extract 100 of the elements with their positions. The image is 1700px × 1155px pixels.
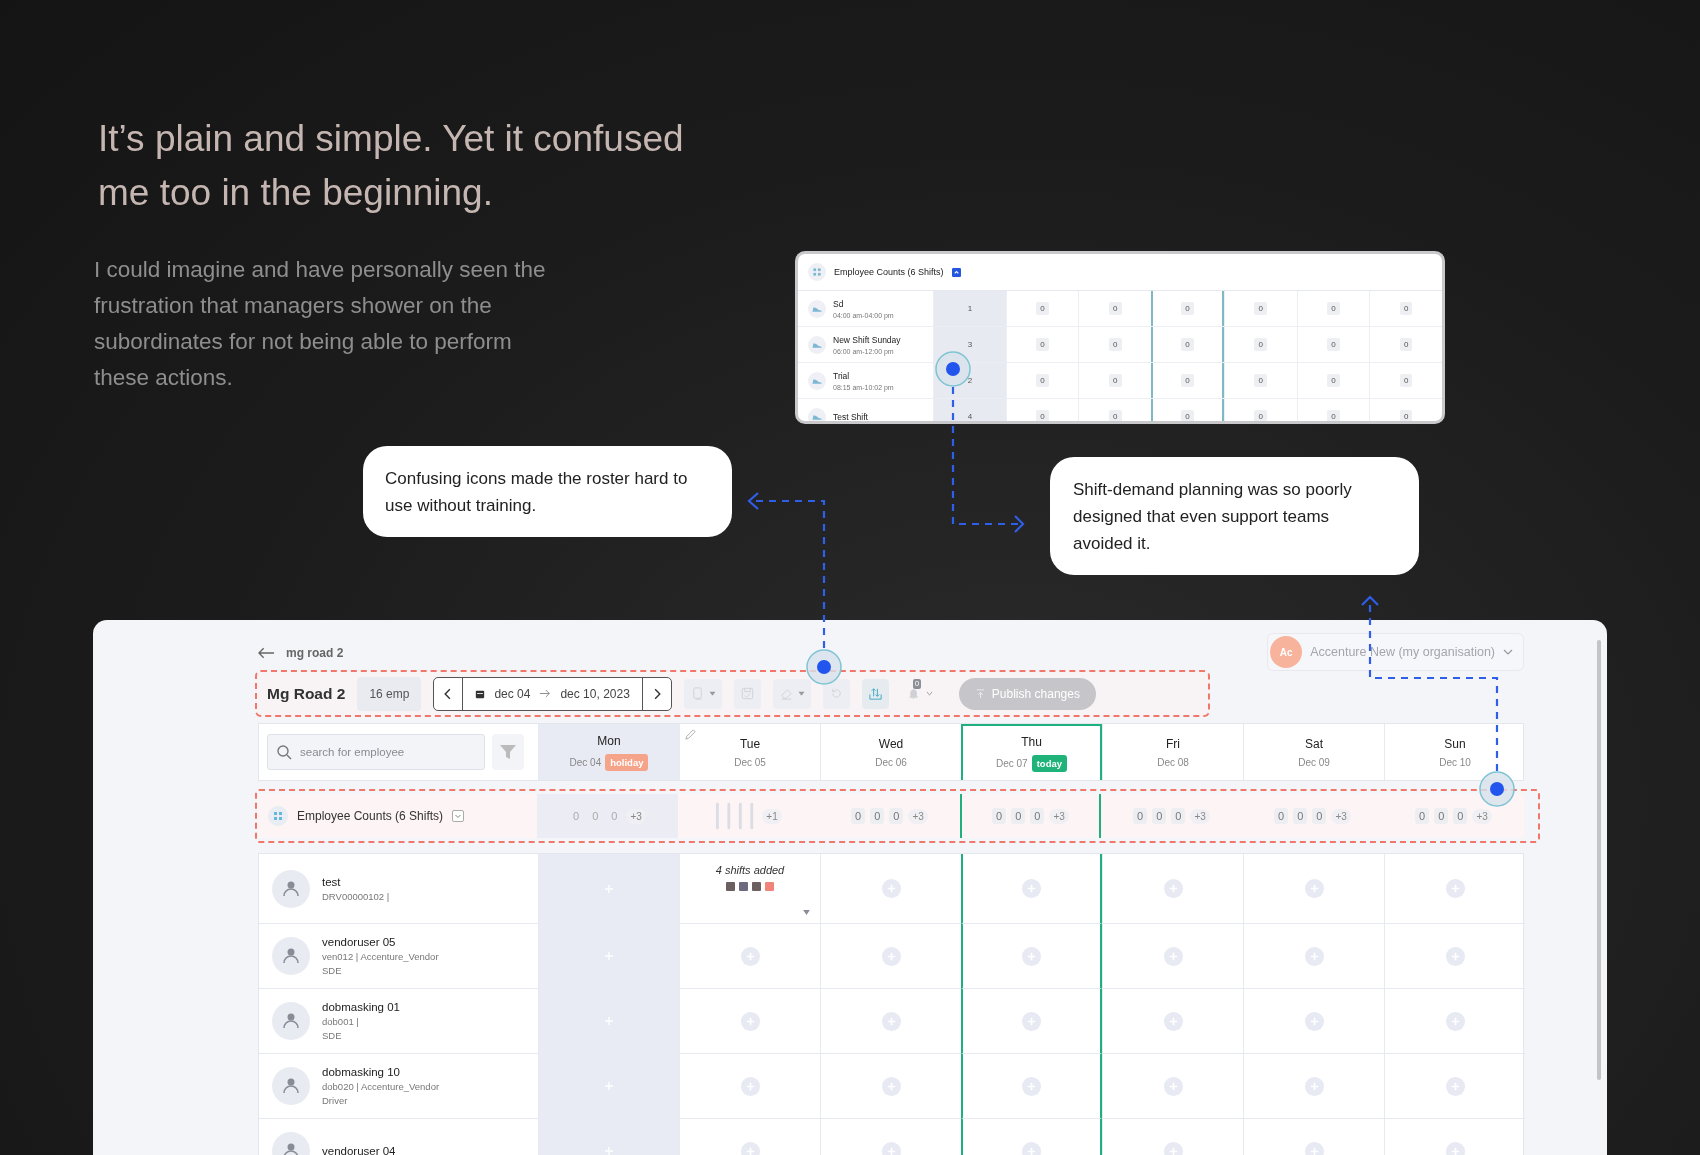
employee-name[interactable]: vendoruser 04 bbox=[322, 1145, 396, 1155]
add-shift-button[interactable] bbox=[740, 946, 760, 966]
count-value: 0 bbox=[1030, 808, 1045, 824]
day-date: Dec 10 bbox=[1439, 756, 1471, 768]
add-shift-button[interactable] bbox=[881, 1076, 901, 1096]
day-date: Dec 05 bbox=[734, 756, 766, 768]
hotspot-marker bbox=[806, 649, 842, 685]
count-value: 0 bbox=[1254, 410, 1267, 421]
day-name: Sun bbox=[1444, 736, 1466, 751]
count-value: 0 bbox=[1036, 374, 1049, 387]
breadcrumb[interactable]: mg road 2 bbox=[286, 646, 344, 660]
add-shift-button[interactable] bbox=[1022, 879, 1041, 898]
count-value: 0 bbox=[1181, 302, 1194, 315]
count-value: 0 bbox=[1011, 808, 1026, 824]
caret-icon[interactable] bbox=[803, 910, 810, 915]
add-shift-button[interactable] bbox=[1163, 1141, 1183, 1155]
search-icon bbox=[276, 744, 292, 760]
count-value: 0 bbox=[870, 808, 885, 824]
add-shift-button[interactable] bbox=[881, 1011, 901, 1031]
chevron-down-icon bbox=[1503, 649, 1513, 655]
transfer-button[interactable] bbox=[861, 678, 889, 709]
add-shift-button[interactable] bbox=[740, 1011, 760, 1031]
add-shift-button[interactable] bbox=[1304, 946, 1324, 966]
add-shift-button[interactable] bbox=[1022, 946, 1041, 966]
scrollbar[interactable] bbox=[1597, 640, 1601, 1080]
add-shift-button[interactable] bbox=[1445, 1076, 1465, 1096]
more-count[interactable]: +3 bbox=[1190, 808, 1210, 824]
add-shift-button[interactable] bbox=[1304, 1076, 1324, 1096]
employee-id: dob020 | Accenture_Vendor bbox=[322, 1081, 440, 1092]
callout: Confusing icons made the roster hard to use without training. bbox=[363, 446, 732, 537]
section-title: Employee Counts (6 Shifts) bbox=[297, 809, 444, 823]
day-date: Dec 09 bbox=[1298, 756, 1330, 768]
add-shift-button[interactable] bbox=[1304, 1011, 1324, 1031]
more-count[interactable]: +3 bbox=[626, 808, 646, 824]
add-shift-button[interactable] bbox=[1445, 879, 1465, 898]
calendar-icon bbox=[475, 688, 486, 699]
heading: It’s plain and simple. Yet it confused me too in the beginning. bbox=[98, 117, 685, 215]
shift-name: Trial bbox=[833, 370, 851, 381]
more-count[interactable]: +1 bbox=[762, 808, 782, 824]
count-value: 0 bbox=[1399, 374, 1413, 387]
add-shift-button[interactable] bbox=[881, 946, 901, 966]
count-value: 0 bbox=[1274, 808, 1289, 824]
count-value: 2 bbox=[967, 376, 973, 385]
add-shift-button[interactable] bbox=[1445, 946, 1465, 966]
avatar-icon bbox=[272, 1002, 310, 1040]
count-value: 1 bbox=[967, 304, 973, 313]
shifts-summary[interactable]: 4 shifts added bbox=[715, 864, 785, 876]
add-shift-button[interactable] bbox=[1163, 1076, 1183, 1096]
add-shift-button[interactable] bbox=[1022, 1076, 1041, 1096]
count-value: 0 bbox=[1181, 374, 1194, 387]
more-count[interactable]: +3 bbox=[1331, 808, 1351, 824]
more-count[interactable]: +3 bbox=[908, 808, 928, 824]
employee-name[interactable]: dobmasking 01 bbox=[322, 1001, 400, 1013]
add-shift-button[interactable] bbox=[1304, 1141, 1324, 1155]
add-shift-button[interactable] bbox=[740, 1076, 760, 1096]
pencil-icon[interactable] bbox=[684, 728, 697, 741]
caret-icon bbox=[708, 691, 716, 696]
count-value: 0 bbox=[1109, 302, 1122, 315]
holiday-badge: holiday bbox=[605, 753, 649, 771]
grid-icon bbox=[808, 263, 826, 281]
more-count[interactable]: +3 bbox=[1049, 808, 1069, 824]
employee-name[interactable]: vendoruser 05 bbox=[322, 936, 439, 948]
count-value: 0 bbox=[591, 809, 600, 824]
add-shift-button[interactable] bbox=[1445, 1011, 1465, 1031]
employee-name[interactable]: dobmasking 10 bbox=[322, 1066, 440, 1078]
add-shift-button[interactable] bbox=[1163, 1011, 1183, 1031]
add-shift-button[interactable] bbox=[1163, 879, 1183, 898]
add-shift-button[interactable] bbox=[740, 1141, 760, 1155]
day-date: Dec 07 bbox=[996, 757, 1028, 769]
count-value: 0 bbox=[1036, 410, 1049, 421]
count-value: 0 bbox=[1399, 410, 1413, 421]
today-badge: today bbox=[1031, 754, 1067, 772]
shift-name: Sd bbox=[833, 298, 845, 309]
add-shift-button[interactable] bbox=[1022, 1011, 1041, 1031]
add-shift-button[interactable] bbox=[1163, 946, 1183, 966]
back-arrow-icon[interactable] bbox=[258, 647, 275, 659]
add-shift-button[interactable] bbox=[881, 879, 901, 898]
count-value: 3 bbox=[967, 340, 973, 349]
date-range-picker[interactable]: dec 04 dec 10, 2023 bbox=[433, 676, 672, 711]
employee-count: 16 emp bbox=[357, 676, 422, 711]
shift-name: New Shift Sunday bbox=[833, 334, 901, 345]
employee-name[interactable]: test bbox=[322, 875, 390, 888]
callout: Shift-demand planning was so poorly designed that even support teams avoided it. bbox=[1050, 457, 1419, 575]
chevron-down-icon[interactable] bbox=[452, 810, 465, 822]
organisation-dropdown[interactable]: Ac Accenture New (my organisation) bbox=[1267, 633, 1524, 671]
search-field[interactable]: search for employee bbox=[267, 734, 485, 770]
employee-role: SDE bbox=[322, 965, 343, 976]
employee-id: ven012 | Accenture_Vendor bbox=[322, 951, 439, 962]
shift-name: Test Shift bbox=[833, 411, 868, 421]
chevron-up-icon[interactable] bbox=[951, 267, 961, 277]
count-value: 0 bbox=[1036, 338, 1049, 351]
add-shift-button[interactable] bbox=[1445, 1141, 1465, 1155]
add-shift-button[interactable] bbox=[881, 1141, 901, 1155]
add-shift-button[interactable] bbox=[1022, 1141, 1041, 1155]
day-name: Wed bbox=[878, 736, 904, 751]
add-shift-button[interactable] bbox=[1304, 879, 1324, 898]
count-value: 0 bbox=[1152, 808, 1167, 824]
start-date: dec 04 bbox=[494, 686, 531, 701]
filter-button[interactable] bbox=[492, 734, 524, 770]
more-count[interactable]: +3 bbox=[1472, 808, 1492, 824]
